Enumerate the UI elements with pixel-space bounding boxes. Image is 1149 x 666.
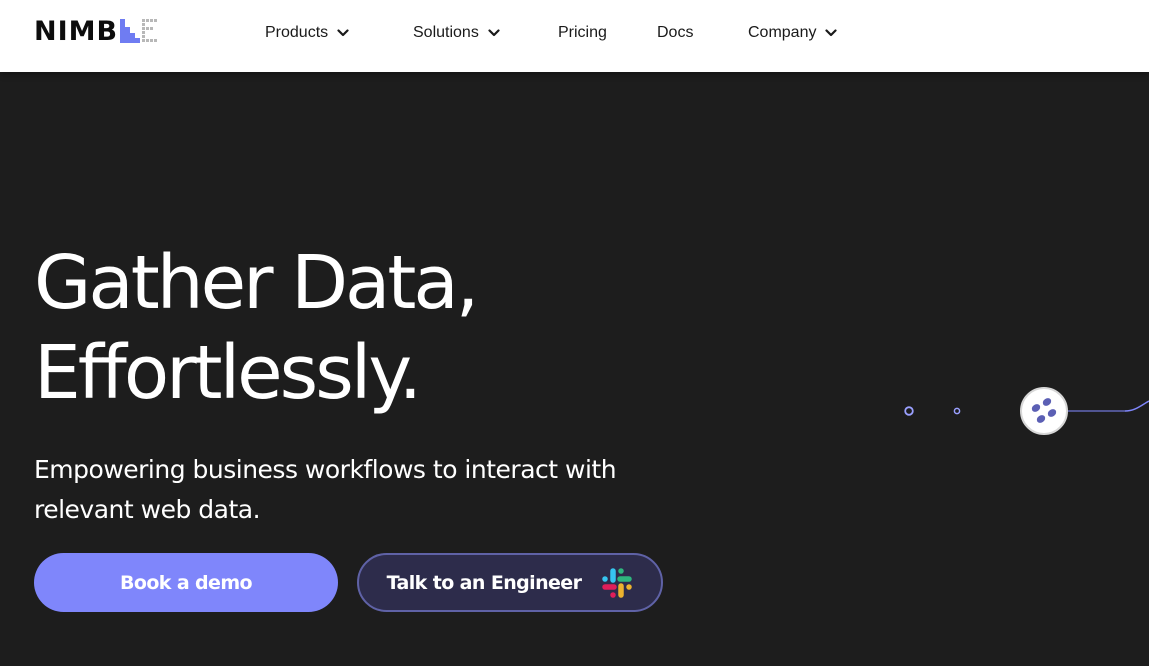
nav-pricing[interactable]: Pricing (558, 22, 607, 44)
top-navigation-bar: NIMB Products Solutions Pricing Docs Com… (0, 0, 1149, 72)
data-flow-graphic (760, 380, 1149, 455)
nav-docs[interactable]: Docs (657, 22, 693, 44)
chevron-down-icon (337, 29, 349, 37)
nav-company[interactable]: Company (748, 22, 838, 44)
hero-headline: Gather Data, Effortlessly. (34, 238, 479, 418)
talk-to-engineer-label: Talk to an Engineer (386, 571, 582, 594)
nav-products[interactable]: Products (265, 22, 349, 44)
logo-wordmark: NIMB (34, 16, 119, 47)
flow-node-small (904, 406, 914, 416)
headline-line-2: Effortlessly. (34, 330, 422, 416)
nimble-logo[interactable]: NIMB (34, 18, 160, 46)
chevron-down-icon (825, 29, 838, 37)
nav-pricing-label: Pricing (558, 24, 607, 41)
flow-node-small (953, 407, 961, 415)
nav-docs-label: Docs (657, 24, 694, 41)
nav-products-label: Products (265, 24, 329, 41)
logo-mark-icon (120, 17, 160, 48)
node-icon (1020, 387, 1068, 435)
slack-icon (601, 567, 633, 599)
headline-line-1: Gather Data, (34, 240, 479, 326)
nav-solutions-label: Solutions (413, 24, 479, 41)
book-demo-label: Book a demo (119, 571, 253, 594)
talk-to-engineer-button[interactable]: Talk to an Engineer (357, 553, 663, 612)
book-demo-button[interactable]: Book a demo (34, 553, 338, 612)
nav-solutions[interactable]: Solutions (413, 22, 500, 44)
nav-company-label: Company (748, 24, 817, 41)
hero-subheadline: Empowering business workflows to interac… (34, 455, 617, 524)
chevron-down-icon (488, 29, 500, 37)
